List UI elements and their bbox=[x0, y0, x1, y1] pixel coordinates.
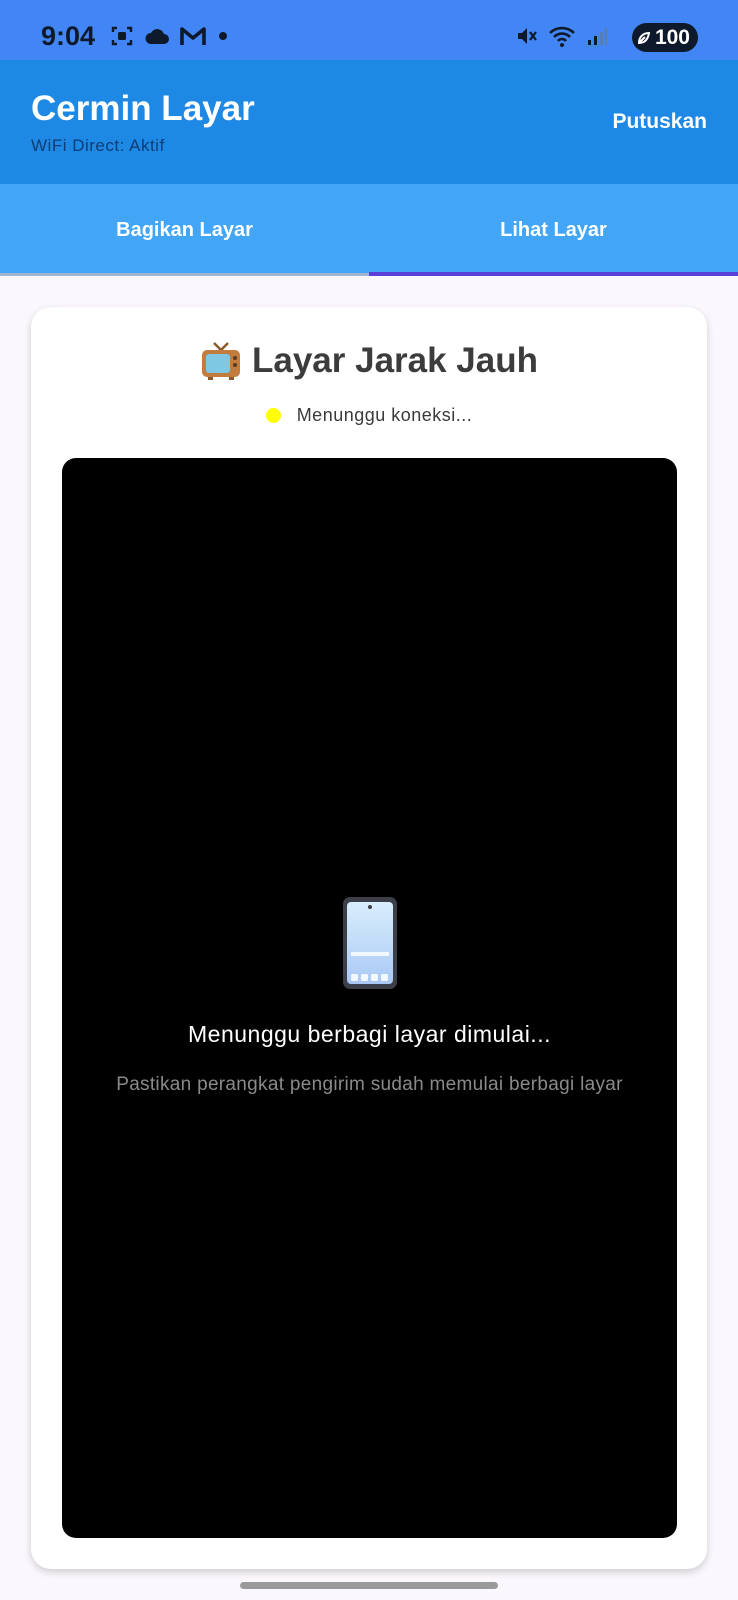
app-bar: Cermin Layar WiFi Direct: Aktif Putuskan bbox=[0, 60, 738, 184]
status-notification-icons bbox=[110, 24, 230, 48]
tab-bar: Bagikan Layar Lihat Layar bbox=[0, 184, 738, 276]
waiting-message: Menunggu berbagi layar dimulai... bbox=[188, 1021, 551, 1047]
mobile-phone-icon bbox=[343, 897, 397, 989]
screen-viewer[interactable]: Menunggu berbagi layar dimulai... Pastik… bbox=[62, 458, 677, 1538]
app-title: Cermin Layar bbox=[31, 89, 255, 128]
screenshot-icon bbox=[111, 26, 133, 46]
signal-icon bbox=[588, 28, 607, 45]
battery-saver-icon bbox=[637, 31, 651, 44]
tab-divider bbox=[0, 273, 369, 276]
wifi-icon bbox=[549, 26, 575, 47]
mute-icon bbox=[518, 28, 537, 44]
waiting-hint: Pastikan perangkat pengirim sudah memula… bbox=[116, 1074, 623, 1095]
card-title-text: Layar Jarak Jauh bbox=[251, 341, 538, 380]
connection-status: Menunggu koneksi... bbox=[31, 405, 707, 426]
dot-icon bbox=[219, 32, 227, 40]
status-time: 9:04 bbox=[41, 21, 96, 51]
disconnect-button[interactable]: Putuskan bbox=[612, 110, 707, 134]
tab-share-screen[interactable]: Bagikan Layar bbox=[0, 184, 369, 276]
cloud-icon bbox=[145, 29, 169, 44]
status-system-icons bbox=[514, 24, 608, 48]
tab-selected-indicator bbox=[369, 272, 738, 276]
status-text: Menunggu koneksi... bbox=[296, 405, 473, 425]
status-indicator-dot bbox=[265, 408, 281, 423]
television-icon bbox=[201, 342, 240, 380]
card-title: Layar Jarak Jauh bbox=[31, 341, 707, 381]
tab-view-screen[interactable]: Lihat Layar bbox=[369, 184, 738, 276]
remote-screen-card: Layar Jarak Jauh Menunggu koneksi... Men… bbox=[31, 307, 707, 1569]
gmail-icon bbox=[180, 27, 206, 45]
status-bar: 9:04 100 bbox=[0, 0, 738, 60]
battery-level: 100 bbox=[654, 25, 690, 49]
battery-indicator: 100 bbox=[632, 23, 698, 52]
gesture-navigation-handle[interactable] bbox=[240, 1582, 498, 1589]
connection-subtitle: WiFi Direct: Aktif bbox=[31, 136, 165, 155]
